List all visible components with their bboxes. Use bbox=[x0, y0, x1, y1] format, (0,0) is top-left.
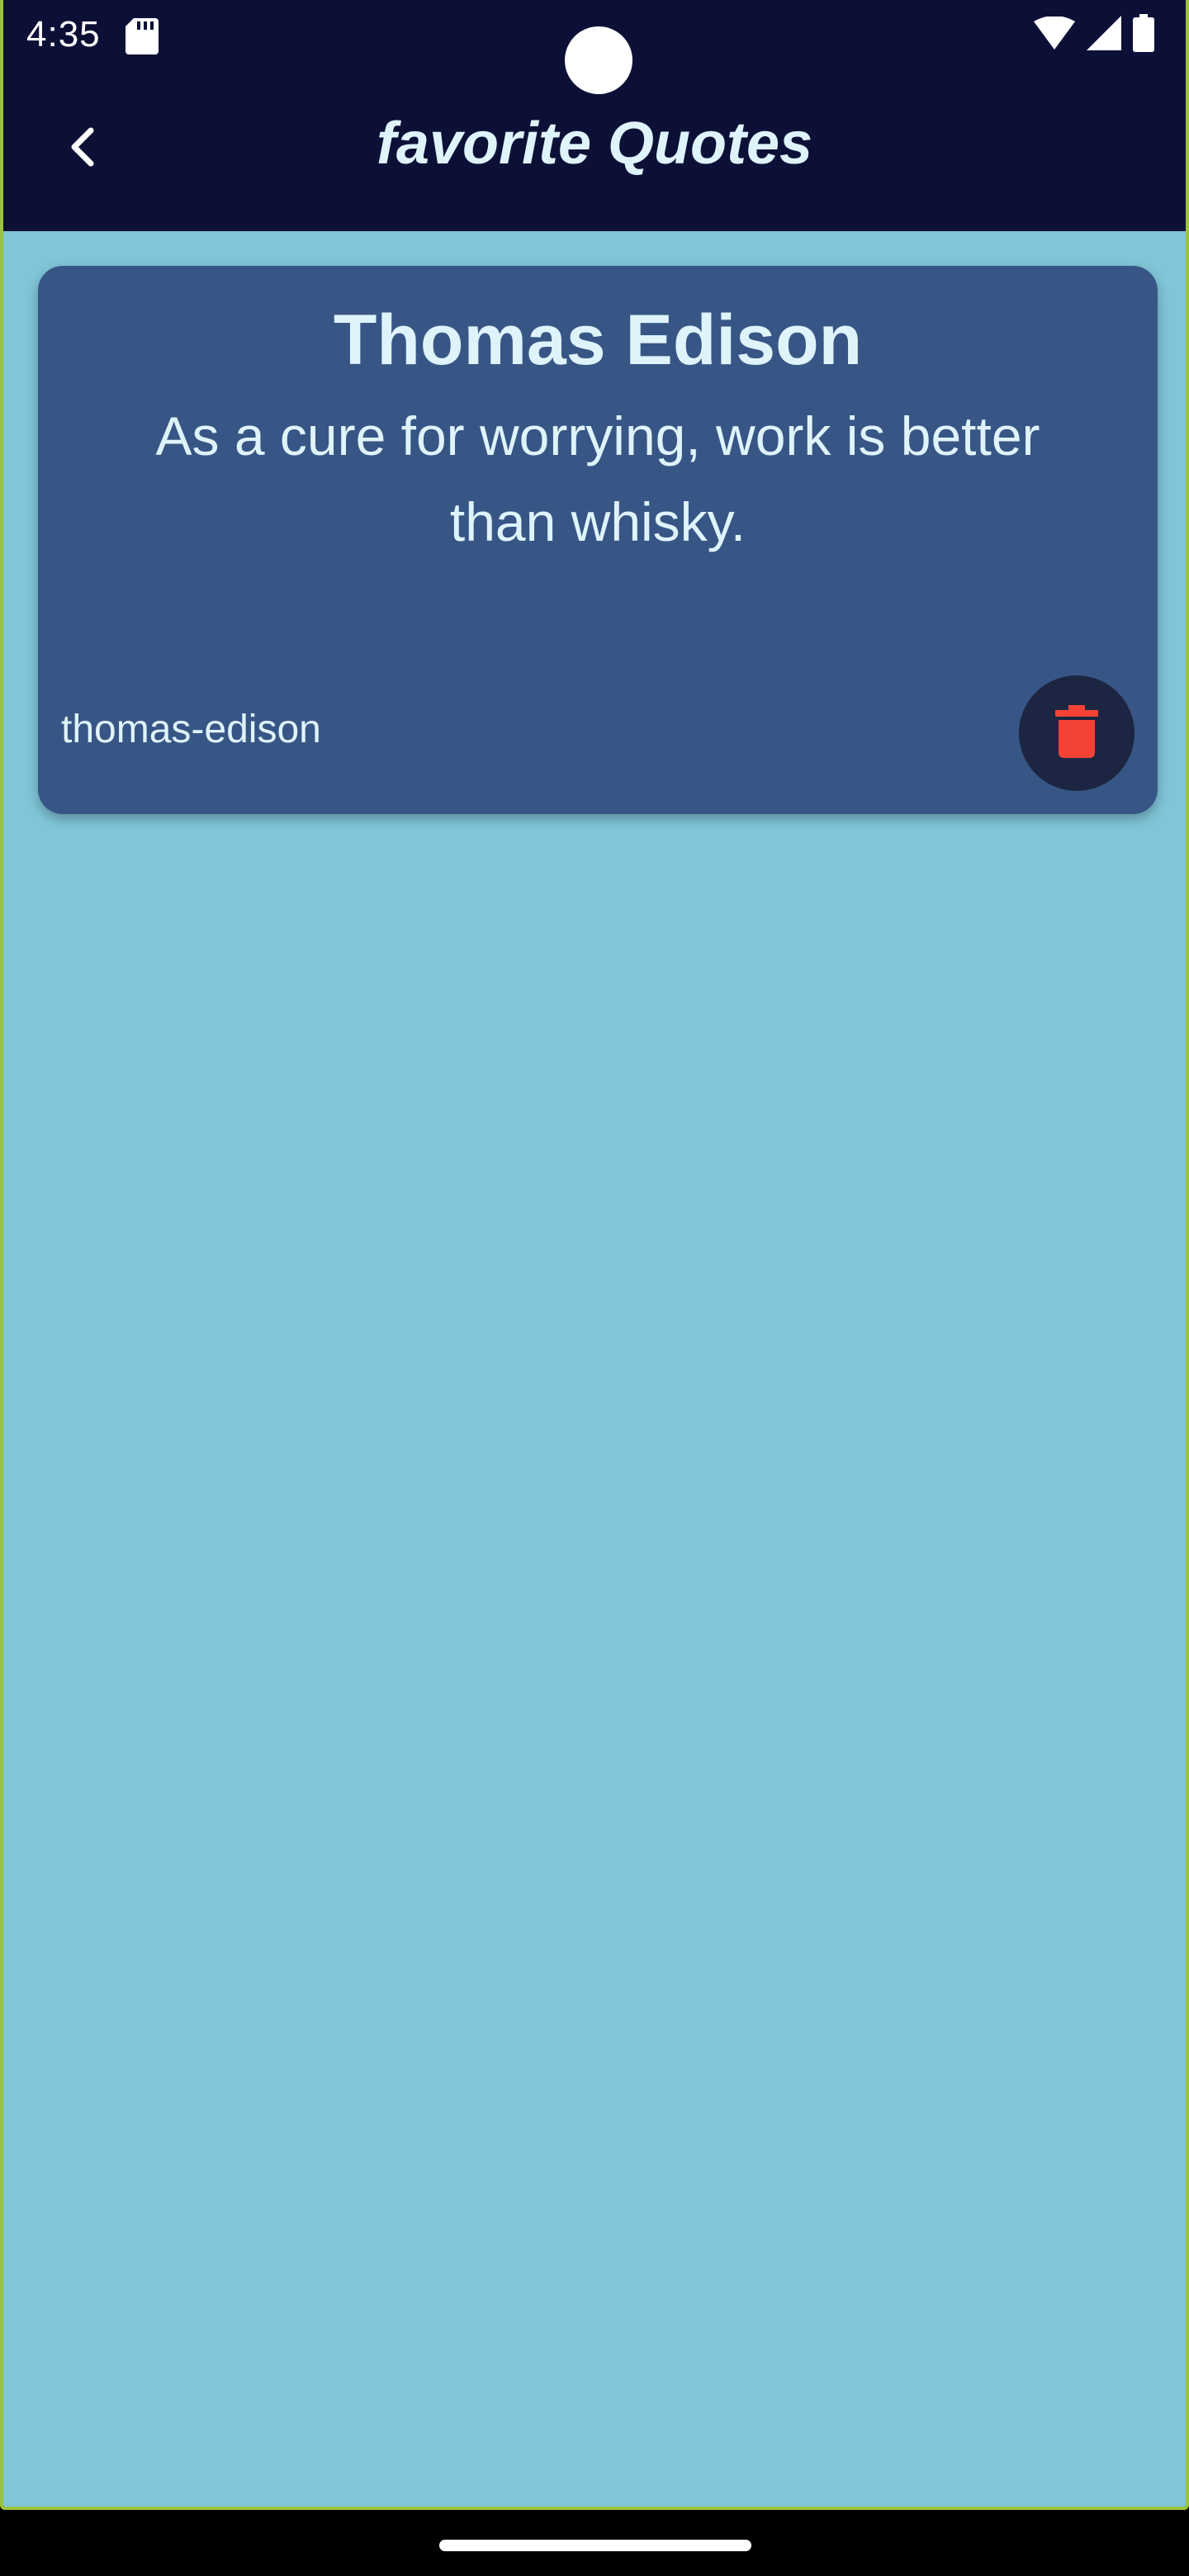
app-frame: 4:35 favorite Quotes Thomas Edison As a … bbox=[0, 0, 1189, 2510]
phone-screen: 4:35 favorite Quotes Thomas Edison As a … bbox=[0, 0, 1189, 2576]
quote-card[interactable]: Thomas Edison As a cure for worrying, wo… bbox=[38, 266, 1158, 814]
toolbar: favorite Quotes bbox=[3, 69, 1186, 231]
home-gesture-handle[interactable] bbox=[439, 2540, 751, 2551]
battery-icon bbox=[1133, 13, 1154, 56]
page-title: favorite Quotes bbox=[376, 111, 813, 177]
top-app-bar: 4:35 favorite Quotes bbox=[3, 0, 1186, 231]
sd-card-icon bbox=[126, 18, 159, 54]
trash-icon bbox=[1055, 704, 1098, 762]
quote-text: As a cure for worrying, work is better t… bbox=[155, 405, 1040, 552]
quote-author: Thomas Edison bbox=[333, 301, 863, 380]
cell-signal-icon bbox=[1087, 15, 1121, 54]
status-bar: 4:35 bbox=[3, 0, 1186, 94]
status-time: 4:35 bbox=[26, 14, 101, 54]
status-icons bbox=[1034, 13, 1154, 56]
wifi-icon bbox=[1034, 15, 1075, 54]
favorites-list: Thomas Edison As a cure for worrying, wo… bbox=[3, 231, 1186, 2507]
quote-tag: thomas-edison bbox=[61, 708, 321, 751]
system-navigation-bar bbox=[0, 2510, 1189, 2576]
delete-button[interactable] bbox=[1019, 675, 1135, 791]
